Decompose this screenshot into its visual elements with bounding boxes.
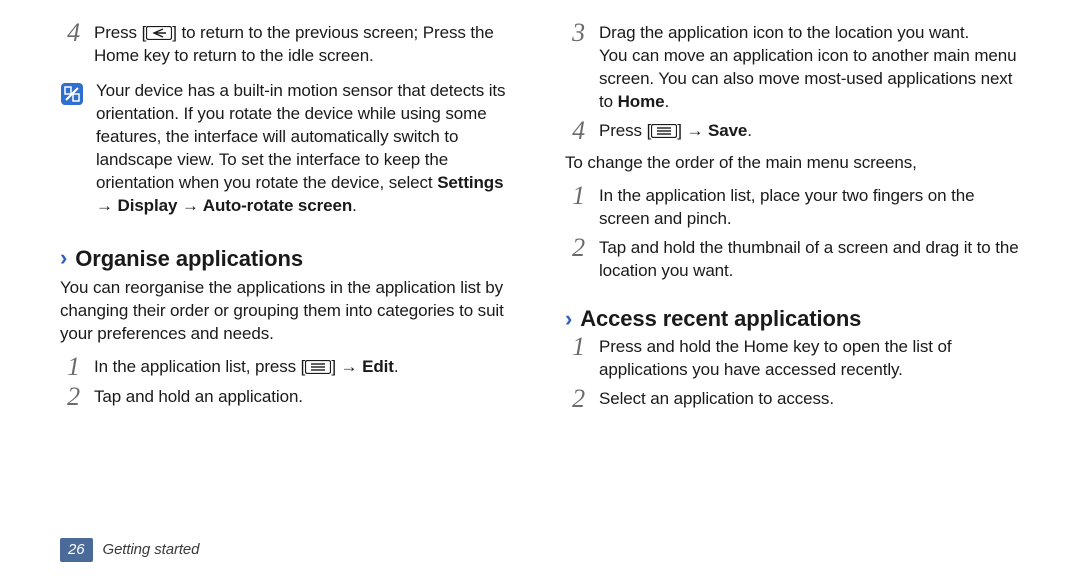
text-bold: Home xyxy=(618,92,665,111)
menu-key-icon xyxy=(651,122,677,136)
right-step-4: 4 Press [ ] → Save. xyxy=(565,120,1020,144)
heading-text: Access recent applications xyxy=(580,304,861,334)
heading-text: Organise applications xyxy=(75,244,303,274)
step-text: Select an application to access. xyxy=(599,388,834,411)
note-box: Your device has a built-in motion sensor… xyxy=(60,80,515,218)
note-icon xyxy=(60,82,84,106)
text-line: Drag the application icon to the locatio… xyxy=(599,23,969,42)
text-part: . xyxy=(394,357,399,376)
left-step-4: 4 Press [ ] to return to the previous sc… xyxy=(60,22,515,68)
step-number: 1 xyxy=(60,354,80,380)
manual-page: 4 Press [ ] to return to the previous sc… xyxy=(0,0,1080,540)
text-bold: Edit xyxy=(362,357,394,376)
step-number: 3 xyxy=(565,20,585,46)
back-key-icon xyxy=(146,24,172,38)
organise-step-1: 1 In the application list, press [ ] → E… xyxy=(60,356,515,380)
page-number-badge: 26 xyxy=(60,538,93,562)
step-text: Press [ ] to return to the previous scre… xyxy=(94,22,515,68)
step-text: In the application list, place your two … xyxy=(599,185,1020,231)
change-order-step-1: 1 In the application list, place your tw… xyxy=(565,185,1020,231)
menu-key-icon xyxy=(305,358,331,372)
step-text: Tap and hold an application. xyxy=(94,386,303,409)
page-footer: 26 Getting started xyxy=(60,538,199,562)
step-text: In the application list, press [ ] → Edi… xyxy=(94,356,398,379)
step-number: 4 xyxy=(565,118,585,144)
text-bold: Save xyxy=(708,121,747,140)
step-number: 1 xyxy=(565,334,585,360)
section-heading-organise: › Organise applications xyxy=(60,244,515,274)
text-part: . xyxy=(352,196,357,215)
text-part: ] → xyxy=(677,121,708,140)
step-text: Drag the application icon to the locatio… xyxy=(599,22,1020,114)
right-column: 3 Drag the application icon to the locat… xyxy=(565,22,1020,540)
organise-step-2: 2 Tap and hold an application. xyxy=(60,386,515,410)
section-heading-access-recent: › Access recent applications xyxy=(565,304,1020,334)
right-step-3: 3 Drag the application icon to the locat… xyxy=(565,22,1020,114)
step-number: 4 xyxy=(60,20,80,46)
access-recent-step-2: 2 Select an application to access. xyxy=(565,388,1020,412)
text-part: . xyxy=(747,121,752,140)
step-text: Press [ ] → Save. xyxy=(599,120,752,143)
step-text: Tap and hold the thumbnail of a screen a… xyxy=(599,237,1020,283)
text-part: . xyxy=(664,92,669,111)
footer-section-label: Getting started xyxy=(103,540,200,560)
note-text: Your device has a built-in motion sensor… xyxy=(96,80,515,218)
step-number: 2 xyxy=(565,235,585,261)
step-text: Press and hold the Home key to open the … xyxy=(599,336,1020,382)
step-number: 2 xyxy=(60,384,80,410)
step-number: 2 xyxy=(565,386,585,412)
step-number: 1 xyxy=(565,183,585,209)
left-column: 4 Press [ ] to return to the previous sc… xyxy=(60,22,515,540)
text-part: In the application list, press [ xyxy=(94,357,305,376)
text-part: Press [ xyxy=(94,23,146,42)
chevron-icon: › xyxy=(565,308,572,330)
access-recent-step-1: 1 Press and hold the Home key to open th… xyxy=(565,336,1020,382)
text-part: ] → xyxy=(331,357,362,376)
chevron-icon: › xyxy=(60,247,67,269)
change-order-step-2: 2 Tap and hold the thumbnail of a screen… xyxy=(565,237,1020,283)
change-order-intro: To change the order of the main menu scr… xyxy=(565,152,1020,175)
text-part: Press [ xyxy=(599,121,651,140)
section-paragraph: You can reorganise the applications in t… xyxy=(60,277,515,346)
